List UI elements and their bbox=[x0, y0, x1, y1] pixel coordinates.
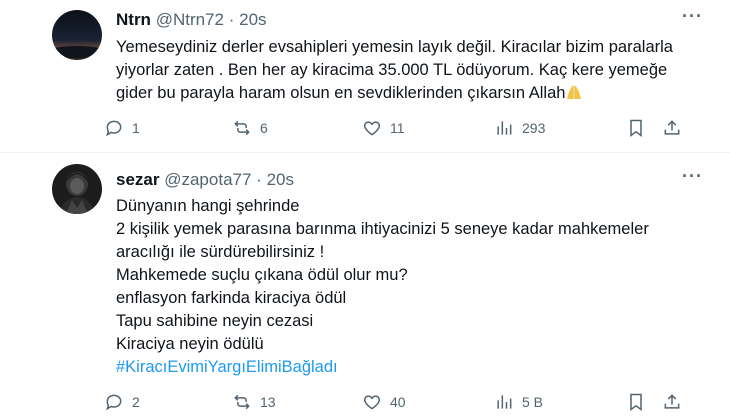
more-dots-icon[interactable]: ··· bbox=[682, 6, 703, 27]
views-count: 293 bbox=[522, 120, 546, 136]
display-name[interactable]: sezar bbox=[116, 170, 159, 189]
share-button[interactable] bbox=[662, 392, 682, 412]
tweet-text: Dünyanın hangi şehrinde 2 kişilik yemek … bbox=[116, 195, 649, 379]
share-button[interactable] bbox=[662, 118, 682, 138]
bookmark-icon bbox=[630, 119, 642, 137]
retweet-count: 6 bbox=[260, 120, 268, 136]
views-chart-icon bbox=[497, 121, 512, 135]
tweet-line: yiyorlar zaten . Ben her ay kiracima 35.… bbox=[116, 61, 668, 79]
separator: · bbox=[256, 170, 262, 189]
tweet-1[interactable]: Ntrn @Ntrn72 · 20s ··· Yemeseydiniz derl… bbox=[0, 0, 730, 150]
timestamp[interactable]: 20s bbox=[267, 170, 294, 189]
views-button[interactable]: 293 bbox=[494, 118, 545, 138]
reply-count: 2 bbox=[132, 394, 140, 410]
share-icon bbox=[664, 120, 680, 135]
retweet-button[interactable]: 13 bbox=[232, 392, 276, 412]
bookmark-button[interactable] bbox=[626, 118, 646, 138]
tweet-text: Yemeseydiniz derler evsahipleri yemesin … bbox=[116, 36, 673, 105]
reply-button[interactable]: 1 bbox=[104, 118, 140, 138]
like-button[interactable]: 40 bbox=[362, 392, 406, 412]
separator: · bbox=[228, 10, 235, 29]
praying-hands-icon bbox=[567, 85, 582, 99]
retweet-count: 13 bbox=[260, 394, 276, 410]
avatar[interactable] bbox=[52, 10, 102, 60]
user-handle[interactable]: @Ntrn72 bbox=[156, 10, 224, 29]
views-count: 5 B bbox=[522, 394, 544, 410]
retweet-icon bbox=[234, 394, 250, 410]
tweet-line: Yemeseydiniz derler evsahipleri yemesin … bbox=[116, 38, 673, 56]
retweet-icon bbox=[234, 120, 250, 136]
like-count: 40 bbox=[390, 394, 406, 410]
retweet-button[interactable]: 6 bbox=[232, 118, 268, 138]
views-button[interactable]: 5 B bbox=[494, 392, 543, 412]
timestamp[interactable]: 20s bbox=[239, 10, 266, 29]
reply-icon bbox=[106, 120, 122, 137]
tweet-actions: 1 6 11 293 bbox=[0, 118, 730, 142]
tweet-header: sezar @zapota77 · 20s bbox=[116, 170, 294, 190]
tweet-line-with-emoji: gider bu parayla haram olsun en sevdikle… bbox=[116, 82, 673, 105]
reply-icon bbox=[106, 394, 122, 411]
views-chart-icon bbox=[497, 395, 512, 409]
tweet-2[interactable]: sezar @zapota77 · 20s ··· Dünyanın hangi… bbox=[0, 153, 730, 420]
tweet-line: gider bu parayla haram olsun en sevdikle… bbox=[116, 84, 566, 102]
bookmark-icon bbox=[630, 393, 642, 411]
hashtag-link[interactable]: #KiracıEvimiYargıElimiBağladı bbox=[116, 356, 649, 379]
tweet-line: Dünyanın hangi şehrinde bbox=[116, 197, 300, 215]
tweet-line: Mahkemede suçlu çıkana ödül olur mu? bbox=[116, 266, 408, 284]
more-dots-icon[interactable]: ··· bbox=[682, 166, 703, 187]
display-name[interactable]: Ntrn bbox=[116, 10, 151, 29]
share-icon bbox=[664, 394, 680, 409]
like-button[interactable]: 11 bbox=[362, 118, 405, 138]
heart-icon bbox=[363, 395, 381, 410]
bookmark-button[interactable] bbox=[626, 392, 646, 412]
heart-icon bbox=[363, 121, 381, 136]
tweet-line: aracılığı ile sürdürebilirsiniz ! bbox=[116, 243, 325, 261]
tweet-line: 2 kişilik yemek parasına barınma ihtiyac… bbox=[116, 220, 649, 238]
tweet-line: Kiraciya neyin ödülü bbox=[116, 335, 264, 353]
tweet-actions: 2 13 40 5 B bbox=[0, 392, 730, 416]
reply-count: 1 bbox=[132, 120, 140, 136]
reply-button[interactable]: 2 bbox=[104, 392, 140, 412]
avatar[interactable] bbox=[52, 164, 102, 214]
tweet-line: Tapu sahibine neyin cezasi bbox=[116, 312, 314, 330]
tweet-header: Ntrn @Ntrn72 · 20s bbox=[116, 10, 267, 30]
user-handle[interactable]: @zapota77 bbox=[164, 170, 251, 189]
tweet-line: enflasyon farkinda kiraciya ödül bbox=[116, 289, 347, 307]
like-count: 11 bbox=[390, 120, 405, 136]
